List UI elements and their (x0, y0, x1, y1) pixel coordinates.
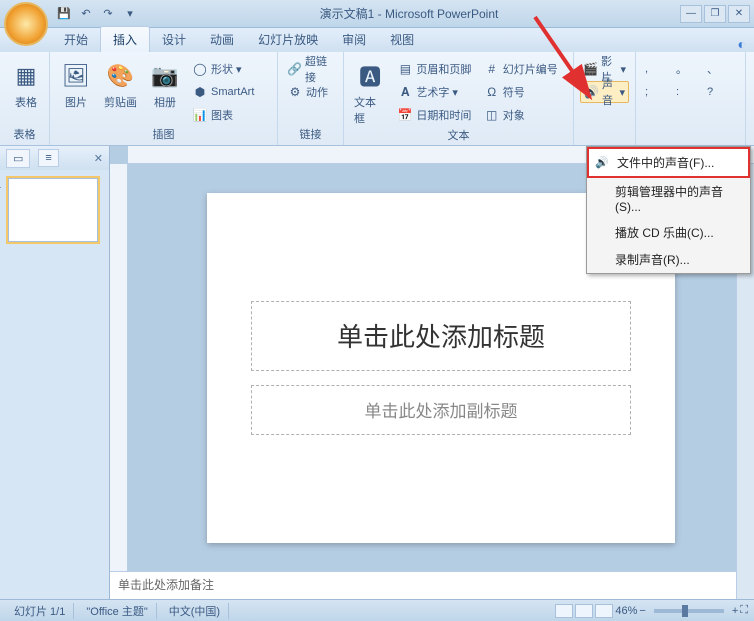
redo-icon[interactable]: ↷ (100, 6, 116, 22)
tab-animations[interactable]: 动画 (198, 27, 246, 52)
punct-question[interactable]: ? (704, 81, 734, 103)
status-bar: 幻灯片 1/1 "Office 主题" 中文(中国) 46% − + ⛶ (0, 599, 754, 621)
movie-icon: 🎬 (583, 61, 598, 77)
slides-outline-tab[interactable]: ≡ (38, 149, 58, 167)
menu-sound-from-file[interactable]: 🔊文件中的声音(F)... (587, 147, 750, 178)
picture-button[interactable]: 🖼图片 (56, 58, 96, 112)
status-slide-count: 幻灯片 1/1 (6, 603, 74, 619)
view-slideshow-button[interactable] (595, 604, 613, 618)
tab-insert[interactable]: 插入 (100, 26, 150, 52)
picture-icon: 🖼 (60, 60, 92, 92)
punct-colon[interactable]: : (673, 81, 703, 103)
title-placeholder[interactable]: 单击此处添加标题 (251, 301, 631, 371)
object-button[interactable]: ◫对象 (481, 104, 567, 126)
shapes-button[interactable]: ◯形状 ▾ (189, 58, 257, 80)
header-footer-button[interactable]: ▤页眉和页脚 (394, 58, 476, 80)
symbol-button[interactable]: Ω符号 (481, 81, 567, 103)
sound-button[interactable]: 🔊声音 ▾ (580, 81, 629, 103)
chart-button[interactable]: 📊图表 (189, 104, 257, 126)
group-media-label (580, 127, 629, 143)
quick-access-toolbar: 💾 ↶ ↷ ▾ (56, 6, 138, 22)
wordart-button[interactable]: 𝐀艺术字 ▾ (394, 81, 476, 103)
slidenumber-button[interactable]: #幻灯片编号 (481, 58, 567, 80)
zoom-out-button[interactable]: − (639, 605, 645, 617)
textbox-button[interactable]: 🅰文本框 (350, 58, 390, 128)
close-panel-icon[interactable]: ✕ (94, 152, 103, 165)
zoom-in-button[interactable]: + (732, 605, 738, 617)
view-sorter-button[interactable] (575, 604, 593, 618)
view-normal-button[interactable] (555, 604, 573, 618)
vertical-ruler (110, 164, 128, 571)
action-icon: ⚙ (287, 84, 303, 100)
table-icon: ▦ (10, 60, 42, 92)
close-button[interactable]: ✕ (728, 5, 750, 23)
object-icon: ◫ (484, 107, 500, 123)
sound-dropdown-menu: 🔊文件中的声音(F)... 剪辑管理器中的声音(S)... 播放 CD 乐曲(C… (586, 146, 751, 274)
notes-pane[interactable]: 单击此处添加备注 (110, 571, 736, 599)
slidenum-icon: # (484, 61, 500, 77)
action-button[interactable]: ⚙动作 (284, 81, 337, 103)
title-bar: 💾 ↶ ↷ ▾ 演示文稿1 - Microsoft PowerPoint — ❐… (0, 0, 754, 28)
tab-view[interactable]: 视图 (378, 27, 426, 52)
fit-window-button[interactable]: ⛶ (740, 604, 748, 617)
hyperlink-button[interactable]: 🔗超链接 (284, 58, 337, 80)
qat-dropdown-icon[interactable]: ▾ (122, 6, 138, 22)
punct-dunhao[interactable]: 、 (704, 58, 734, 80)
tab-design[interactable]: 设计 (150, 27, 198, 52)
undo-icon[interactable]: ↶ (78, 6, 94, 22)
window-title: 演示文稿1 - Microsoft PowerPoint (138, 5, 680, 22)
zoom-level[interactable]: 46% (615, 605, 637, 617)
album-button[interactable]: 📷相册 (145, 58, 185, 112)
slide-number: 1 (0, 179, 1, 191)
textbox-icon: 🅰 (354, 60, 386, 92)
ribbon: ▦ 表格 表格 🖼图片 🎨剪贴画 📷相册 ◯形状 ▾ ⬢SmartArt 📊图表… (0, 52, 754, 146)
slides-panel: ▭ ≡ ✕ 1 (0, 146, 110, 599)
menu-play-cd[interactable]: 播放 CD 乐曲(C)... (587, 219, 750, 246)
smartart-icon: ⬢ (192, 84, 208, 100)
symbol-icon: Ω (484, 84, 500, 100)
slide-thumbnail-1[interactable]: 1 (8, 178, 98, 242)
restore-button[interactable]: ❐ (704, 5, 726, 23)
clipart-button[interactable]: 🎨剪贴画 (100, 58, 141, 112)
date-icon: 📅 (397, 107, 413, 123)
zoom-slider-thumb[interactable] (682, 605, 688, 617)
header-icon: ▤ (397, 61, 413, 77)
status-language[interactable]: 中文(中国) (161, 603, 229, 619)
save-icon[interactable]: 💾 (56, 6, 72, 22)
sound-file-icon: 🔊 (594, 154, 610, 170)
table-label: 表格 (15, 94, 37, 110)
tab-review[interactable]: 审阅 (330, 27, 378, 52)
punct-comma[interactable]: , (642, 58, 672, 80)
group-illust-label: 插图 (56, 127, 271, 143)
group-text-label: 文本 (350, 128, 567, 144)
punct-period[interactable]: 。 (673, 58, 703, 80)
sound-icon: 🔊 (584, 84, 599, 100)
punct-semicolon[interactable]: ; (642, 81, 672, 103)
table-button[interactable]: ▦ 表格 (6, 58, 46, 112)
tab-slideshow[interactable]: 幻灯片放映 (246, 27, 330, 52)
zoom-slider[interactable] (654, 609, 724, 613)
chart-icon: 📊 (192, 107, 208, 123)
wordart-icon: 𝐀 (397, 84, 413, 100)
album-icon: 📷 (149, 60, 181, 92)
subtitle-placeholder[interactable]: 单击此处添加副标题 (251, 385, 631, 435)
minimize-button[interactable]: — (680, 5, 702, 23)
menu-record-sound[interactable]: 录制声音(R)... (587, 246, 750, 273)
clipart-icon: 🎨 (105, 60, 137, 92)
menu-sound-from-clip[interactable]: 剪辑管理器中的声音(S)... (587, 178, 750, 219)
group-marks-label (642, 127, 739, 143)
ribbon-tabs: 开始 插入 设计 动画 幻灯片放映 审阅 视图 ◐ (0, 28, 754, 52)
help-icon[interactable]: ◐ (738, 36, 746, 52)
group-links-label: 链接 (284, 127, 337, 143)
office-button[interactable] (4, 2, 48, 46)
smartart-button[interactable]: ⬢SmartArt (189, 81, 257, 103)
tab-home[interactable]: 开始 (52, 27, 100, 52)
status-theme: "Office 主题" (78, 603, 156, 619)
hyperlink-icon: 🔗 (287, 61, 302, 77)
slides-thumbnails-tab[interactable]: ▭ (6, 149, 30, 168)
group-tables-label: 表格 (6, 127, 43, 143)
datetime-button[interactable]: 📅日期和时间 (394, 104, 476, 126)
shapes-icon: ◯ (192, 61, 208, 77)
